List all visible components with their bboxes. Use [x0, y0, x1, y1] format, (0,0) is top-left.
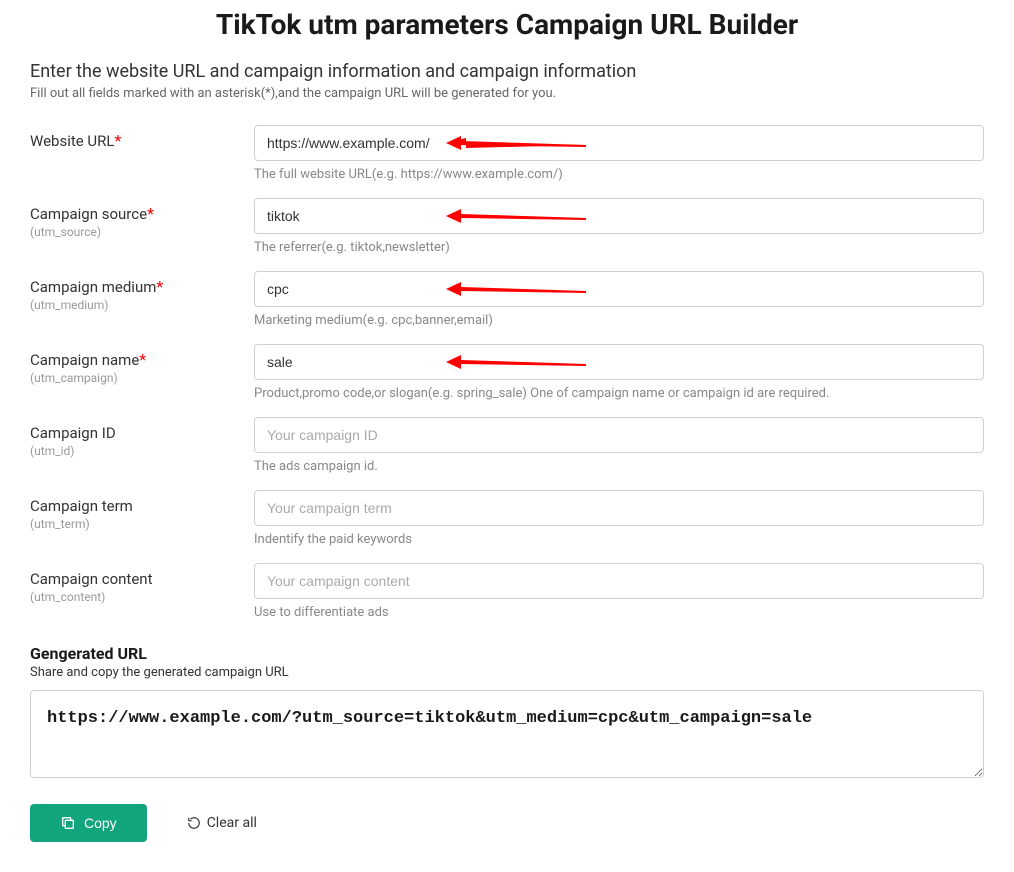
campaign-content-sub: (utm_content) [30, 590, 254, 604]
copy-button[interactable]: Copy [30, 804, 147, 842]
campaign-name-helper: Product,promo code,or slogan(e.g. spring… [254, 386, 984, 401]
url-builder-form: TikTok utm parameters Campaign URL Build… [0, 0, 1014, 872]
row-website-url: Website URL* The full website URL(e.g. h… [30, 125, 984, 188]
input-col: Product,promo code,or slogan(e.g. spring… [254, 344, 984, 407]
input-col: The referrer(e.g. tiktok,newsletter) [254, 198, 984, 261]
campaign-id-input[interactable] [254, 417, 984, 453]
campaign-medium-label: Campaign medium [30, 278, 156, 296]
row-campaign-id: Campaign ID (utm_id) The ads campaign id… [30, 417, 984, 480]
input-col: Use to differentiate ads [254, 563, 984, 626]
row-campaign-content: Campaign content (utm_content) Use to di… [30, 563, 984, 626]
website-url-label: Website URL [30, 132, 114, 150]
campaign-source-input[interactable] [254, 198, 984, 234]
campaign-name-label: Campaign name [30, 351, 139, 369]
copy-icon [60, 815, 76, 831]
generated-title: Gengerated URL [30, 644, 984, 663]
row-campaign-medium: Campaign medium* (utm_medium) Marketing … [30, 271, 984, 334]
campaign-source-sub: (utm_source) [30, 225, 254, 239]
campaign-source-helper: The referrer(e.g. tiktok,newsletter) [254, 240, 984, 255]
label-col: Campaign ID (utm_id) [30, 417, 254, 458]
campaign-term-helper: Indentify the paid keywords [254, 532, 984, 547]
clear-all-link[interactable]: Clear all [187, 815, 257, 831]
input-col: The ads campaign id. [254, 417, 984, 480]
generated-section: Gengerated URL Share and copy the genera… [30, 644, 984, 782]
website-url-helper: The full website URL(e.g. https://www.ex… [254, 167, 984, 182]
input-col: Indentify the paid keywords [254, 490, 984, 553]
row-campaign-name: Campaign name* (utm_campaign) Product,pr… [30, 344, 984, 407]
campaign-term-label: Campaign term [30, 497, 133, 515]
label-col: Campaign content (utm_content) [30, 563, 254, 604]
campaign-id-sub: (utm_id) [30, 444, 254, 458]
intro-sub: Fill out all fields marked with an aster… [30, 86, 984, 101]
campaign-name-input[interactable] [254, 344, 984, 380]
clear-all-label: Clear all [207, 815, 257, 831]
label-col: Campaign source* (utm_source) [30, 198, 254, 239]
action-row: Copy Clear all [30, 804, 984, 842]
campaign-id-label: Campaign ID [30, 424, 116, 442]
label-col: Campaign name* (utm_campaign) [30, 344, 254, 385]
generated-sub: Share and copy the generated campaign UR… [30, 665, 984, 680]
required-star: * [139, 350, 146, 369]
copy-button-label: Copy [84, 815, 117, 831]
campaign-content-helper: Use to differentiate ads [254, 605, 984, 620]
campaign-term-sub: (utm_term) [30, 517, 254, 531]
input-col: The full website URL(e.g. https://www.ex… [254, 125, 984, 188]
page-title: TikTok utm parameters Campaign URL Build… [30, 0, 984, 61]
campaign-medium-sub: (utm_medium) [30, 298, 254, 312]
campaign-term-input[interactable] [254, 490, 984, 526]
required-star: * [114, 131, 121, 150]
intro-heading: Enter the website URL and campaign infor… [30, 61, 984, 82]
campaign-medium-input[interactable] [254, 271, 984, 307]
campaign-content-label: Campaign content [30, 570, 152, 588]
label-col: Campaign term (utm_term) [30, 490, 254, 531]
input-col: Marketing medium(e.g. cpc,banner,email) [254, 271, 984, 334]
refresh-icon [187, 816, 201, 830]
label-col: Website URL* [30, 125, 254, 150]
campaign-medium-helper: Marketing medium(e.g. cpc,banner,email) [254, 313, 984, 328]
generated-url-output[interactable] [30, 690, 984, 778]
campaign-content-input[interactable] [254, 563, 984, 599]
row-campaign-term: Campaign term (utm_term) Indentify the p… [30, 490, 984, 553]
campaign-id-helper: The ads campaign id. [254, 459, 984, 474]
required-star: * [147, 204, 154, 223]
campaign-name-sub: (utm_campaign) [30, 371, 254, 385]
row-campaign-source: Campaign source* (utm_source) The referr… [30, 198, 984, 261]
campaign-source-label: Campaign source [30, 205, 147, 223]
website-url-input[interactable] [254, 125, 984, 161]
required-star: * [156, 277, 163, 296]
label-col: Campaign medium* (utm_medium) [30, 271, 254, 312]
